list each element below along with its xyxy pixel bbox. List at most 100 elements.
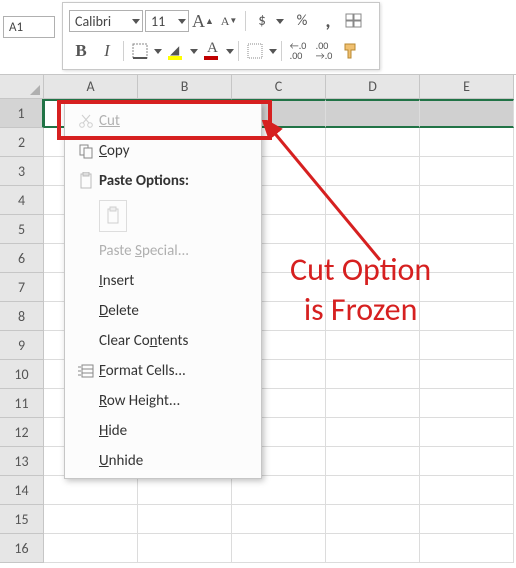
cell[interactable] bbox=[138, 476, 232, 505]
shrink-font-button[interactable]: A▼ bbox=[217, 9, 241, 33]
menu-format-cells[interactable]: Format Cells... bbox=[65, 356, 261, 386]
conditional-format-icon[interactable] bbox=[342, 9, 366, 33]
column-header[interactable]: E bbox=[420, 75, 514, 99]
menu-paste-options-header: Paste Options: bbox=[65, 166, 261, 196]
comma-style-button[interactable]: , bbox=[316, 9, 340, 33]
chevron-down-icon[interactable] bbox=[269, 49, 277, 54]
cell[interactable] bbox=[326, 128, 420, 157]
cell[interactable] bbox=[326, 534, 420, 563]
bold-button[interactable]: B bbox=[69, 39, 93, 63]
cell[interactable] bbox=[420, 534, 514, 563]
font-name-combo[interactable]: Calibri bbox=[69, 10, 143, 32]
column-header[interactable]: B bbox=[138, 75, 232, 99]
row-header[interactable]: 3 bbox=[0, 157, 44, 186]
borders-button[interactable] bbox=[128, 39, 152, 63]
menu-row-height[interactable]: Row Height... bbox=[65, 386, 261, 416]
cell[interactable] bbox=[420, 99, 514, 128]
cell[interactable] bbox=[420, 157, 514, 186]
decrease-decimal-button[interactable]: .00→.0 bbox=[312, 39, 336, 63]
chevron-down-icon bbox=[178, 19, 186, 24]
cell[interactable] bbox=[326, 389, 420, 418]
row-header[interactable]: 6 bbox=[0, 244, 44, 273]
border-style-button[interactable] bbox=[243, 39, 267, 63]
row-header[interactable]: 8 bbox=[0, 302, 44, 331]
format-cells-icon bbox=[73, 364, 99, 378]
cell[interactable] bbox=[420, 389, 514, 418]
cell[interactable] bbox=[326, 99, 420, 128]
cell[interactable] bbox=[326, 418, 420, 447]
fill-color-button[interactable]: ◢ bbox=[164, 39, 188, 63]
cell[interactable] bbox=[420, 302, 514, 331]
row-header[interactable]: 13 bbox=[0, 447, 44, 476]
increase-decimal-button[interactable]: ←.0.00 bbox=[286, 39, 310, 63]
cell[interactable] bbox=[420, 244, 514, 273]
annotation-text: Cut Option is Frozen bbox=[290, 250, 431, 330]
menu-delete[interactable]: Delete bbox=[65, 296, 261, 326]
menu-hide[interactable]: Hide bbox=[65, 416, 261, 446]
select-all-corner[interactable] bbox=[0, 75, 44, 99]
column-header[interactable]: A bbox=[44, 75, 138, 99]
row-header[interactable]: 16 bbox=[0, 534, 44, 563]
cell[interactable] bbox=[232, 476, 326, 505]
chevron-down-icon[interactable] bbox=[190, 49, 198, 54]
row-header[interactable]: 10 bbox=[0, 360, 44, 389]
row-header[interactable]: 2 bbox=[0, 128, 44, 157]
cell[interactable] bbox=[326, 186, 420, 215]
row-header[interactable]: 12 bbox=[0, 418, 44, 447]
column-header[interactable]: D bbox=[326, 75, 420, 99]
cell[interactable] bbox=[138, 505, 232, 534]
cell[interactable] bbox=[44, 476, 138, 505]
separator bbox=[123, 41, 124, 61]
row-header[interactable]: 7 bbox=[0, 273, 44, 302]
cell[interactable] bbox=[420, 128, 514, 157]
cell[interactable] bbox=[420, 505, 514, 534]
row-header[interactable]: 4 bbox=[0, 186, 44, 215]
row-header[interactable]: 1 bbox=[0, 99, 44, 128]
row-header[interactable]: 11 bbox=[0, 389, 44, 418]
name-box[interactable]: A1 bbox=[3, 16, 55, 38]
cell[interactable] bbox=[44, 505, 138, 534]
row-header[interactable]: 5 bbox=[0, 215, 44, 244]
cell[interactable] bbox=[326, 157, 420, 186]
font-color-button[interactable]: A bbox=[200, 39, 224, 63]
row-header[interactable]: 9 bbox=[0, 331, 44, 360]
chevron-down-icon[interactable] bbox=[154, 49, 162, 54]
chevron-down-icon[interactable] bbox=[226, 49, 234, 54]
percent-button[interactable]: % bbox=[290, 9, 314, 33]
row-header[interactable]: 14 bbox=[0, 476, 44, 505]
font-size-combo[interactable]: 11 bbox=[145, 10, 189, 32]
cell[interactable] bbox=[420, 360, 514, 389]
cell[interactable] bbox=[44, 534, 138, 563]
chevron-down-icon[interactable] bbox=[276, 19, 284, 24]
cell[interactable] bbox=[420, 331, 514, 360]
cell[interactable] bbox=[420, 476, 514, 505]
currency-button[interactable]: $ bbox=[250, 9, 274, 33]
menu-copy[interactable]: Copy bbox=[65, 136, 261, 166]
cell[interactable] bbox=[420, 273, 514, 302]
cell[interactable] bbox=[138, 534, 232, 563]
cell[interactable] bbox=[326, 505, 420, 534]
grow-font-button[interactable]: A▲ bbox=[191, 9, 215, 33]
column-header[interactable]: C bbox=[232, 75, 326, 99]
menu-unhide[interactable]: Unhide bbox=[65, 446, 261, 476]
cell[interactable] bbox=[326, 360, 420, 389]
context-menu: Cut Copy Paste Options: Paste Special...… bbox=[64, 103, 262, 479]
cell[interactable] bbox=[420, 215, 514, 244]
grid-row: 14 bbox=[0, 476, 516, 505]
font-name-value: Calibri bbox=[75, 13, 111, 30]
cell[interactable] bbox=[326, 476, 420, 505]
cell[interactable] bbox=[232, 505, 326, 534]
cell[interactable] bbox=[326, 331, 420, 360]
format-painter-button[interactable] bbox=[338, 39, 362, 63]
menu-clear-contents[interactable]: Clear Contents bbox=[65, 326, 261, 356]
menu-insert[interactable]: Insert bbox=[65, 266, 261, 296]
cell[interactable] bbox=[326, 447, 420, 476]
row-header[interactable]: 15 bbox=[0, 505, 44, 534]
cell[interactable] bbox=[420, 186, 514, 215]
menu-paste-options-row bbox=[65, 196, 261, 236]
cell[interactable] bbox=[420, 447, 514, 476]
italic-button[interactable]: I bbox=[95, 39, 119, 63]
cell[interactable] bbox=[232, 534, 326, 563]
cell[interactable] bbox=[326, 215, 420, 244]
cell[interactable] bbox=[420, 418, 514, 447]
